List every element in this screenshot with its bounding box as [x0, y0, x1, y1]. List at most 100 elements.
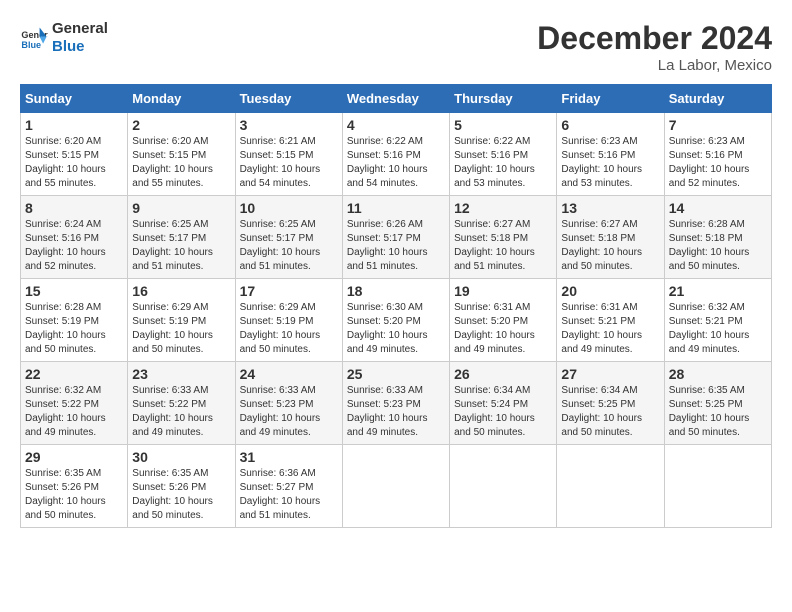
day-info: Sunrise: 6:35 AM Sunset: 5:25 PM Dayligh…	[669, 384, 767, 440]
calendar-cell: 8Sunrise: 6:24 AM Sunset: 5:16 PM Daylig…	[21, 196, 128, 279]
calendar-cell: 2 Sunrise: 6:20 AM Sunset: 5:15 PM Daylig…	[128, 113, 235, 196]
logo-line1: General	[52, 20, 108, 38]
page-header: General Blue General Blue December 2024 …	[20, 20, 772, 74]
day-number: 21	[669, 283, 767, 299]
day-number: 23	[132, 366, 230, 382]
day-info: Sunrise: 6:28 AM Sunset: 5:18 PM Dayligh…	[669, 218, 767, 274]
calendar-cell: 26Sunrise: 6:34 AM Sunset: 5:24 PM Dayli…	[450, 362, 557, 445]
calendar-cell: 29Sunrise: 6:35 AM Sunset: 5:26 PM Dayli…	[21, 445, 128, 528]
day-number: 9	[132, 200, 230, 216]
calendar-header-row: SundayMondayTuesdayWednesdayThursdayFrid…	[21, 85, 772, 113]
day-number: 31	[240, 449, 338, 465]
day-info: Sunrise: 6:26 AM Sunset: 5:17 PM Dayligh…	[347, 218, 445, 274]
calendar-cell	[664, 445, 771, 528]
calendar-week-row: 29Sunrise: 6:35 AM Sunset: 5:26 PM Dayli…	[21, 445, 772, 528]
calendar-cell: 20Sunrise: 6:31 AM Sunset: 5:21 PM Dayli…	[557, 279, 664, 362]
day-number: 18	[347, 283, 445, 299]
day-info: Sunrise: 6:21 AM Sunset: 5:15 PM Dayligh…	[240, 135, 338, 191]
day-info: Sunrise: 6:20 AM Sunset: 5:15 PM Dayligh…	[25, 135, 123, 191]
day-info: Sunrise: 6:25 AM Sunset: 5:17 PM Dayligh…	[240, 218, 338, 274]
day-number: 12	[454, 200, 552, 216]
calendar-cell	[450, 445, 557, 528]
calendar-cell: 19 Sunrise: 6:31 AM Sunset: 5:20 PM Dayli…	[450, 279, 557, 362]
calendar-cell: 25Sunrise: 6:33 AM Sunset: 5:23 PM Dayli…	[342, 362, 449, 445]
day-info: Sunrise: 6:27 AM Sunset: 5:18 PM Dayligh…	[454, 218, 552, 274]
month-title: December 2024	[537, 20, 772, 57]
day-info: Sunrise: 6:31 AM Sunset: 5:20 PM Dayligh…	[454, 301, 552, 357]
calendar-cell: 14 Sunrise: 6:28 AM Sunset: 5:18 PM Dayli…	[664, 196, 771, 279]
calendar-cell: 4Sunrise: 6:22 AM Sunset: 5:16 PM Daylig…	[342, 113, 449, 196]
location: La Labor, Mexico	[537, 57, 772, 74]
calendar-cell: 15 Sunrise: 6:28 AM Sunset: 5:19 PM Dayli…	[21, 279, 128, 362]
calendar-cell: 6Sunrise: 6:23 AM Sunset: 5:16 PM Daylig…	[557, 113, 664, 196]
day-info: Sunrise: 6:35 AM Sunset: 5:26 PM Dayligh…	[132, 467, 230, 523]
day-info: Sunrise: 6:25 AM Sunset: 5:17 PM Dayligh…	[132, 218, 230, 274]
day-number: 20	[561, 283, 659, 299]
column-header-monday: Monday	[128, 85, 235, 113]
day-info: Sunrise: 6:28 AM Sunset: 5:19 PM Dayligh…	[25, 301, 123, 357]
logo-icon: General Blue	[20, 24, 48, 52]
calendar-cell: 13Sunrise: 6:27 AM Sunset: 5:18 PM Dayli…	[557, 196, 664, 279]
calendar-cell: 16 Sunrise: 6:29 AM Sunset: 5:19 PM Dayli…	[128, 279, 235, 362]
column-header-sunday: Sunday	[21, 85, 128, 113]
logo-line2: Blue	[52, 38, 108, 56]
day-number: 28	[669, 366, 767, 382]
day-number: 22	[25, 366, 123, 382]
day-number: 16	[132, 283, 230, 299]
day-info: Sunrise: 6:29 AM Sunset: 5:19 PM Dayligh…	[240, 301, 338, 357]
day-info: Sunrise: 6:24 AM Sunset: 5:16 PM Dayligh…	[25, 218, 123, 274]
calendar-cell: 23Sunrise: 6:33 AM Sunset: 5:22 PM Dayli…	[128, 362, 235, 445]
title-block: December 2024 La Labor, Mexico	[537, 20, 772, 74]
calendar-cell: 30 Sunrise: 6:35 AM Sunset: 5:26 PM Dayli…	[128, 445, 235, 528]
day-info: Sunrise: 6:33 AM Sunset: 5:23 PM Dayligh…	[240, 384, 338, 440]
day-number: 27	[561, 366, 659, 382]
calendar-cell: 10 Sunrise: 6:25 AM Sunset: 5:17 PM Dayli…	[235, 196, 342, 279]
calendar-cell: 28 Sunrise: 6:35 AM Sunset: 5:25 PM Dayli…	[664, 362, 771, 445]
day-info: Sunrise: 6:27 AM Sunset: 5:18 PM Dayligh…	[561, 218, 659, 274]
day-number: 17	[240, 283, 338, 299]
day-number: 10	[240, 200, 338, 216]
calendar-cell: 17 Sunrise: 6:29 AM Sunset: 5:19 PM Dayli…	[235, 279, 342, 362]
calendar-week-row: 8Sunrise: 6:24 AM Sunset: 5:16 PM Daylig…	[21, 196, 772, 279]
day-number: 4	[347, 117, 445, 133]
calendar-cell: 9 Sunrise: 6:25 AM Sunset: 5:17 PM Daylig…	[128, 196, 235, 279]
day-info: Sunrise: 6:22 AM Sunset: 5:16 PM Dayligh…	[454, 135, 552, 191]
day-info: Sunrise: 6:29 AM Sunset: 5:19 PM Dayligh…	[132, 301, 230, 357]
day-info: Sunrise: 6:20 AM Sunset: 5:15 PM Dayligh…	[132, 135, 230, 191]
day-number: 30	[132, 449, 230, 465]
day-info: Sunrise: 6:32 AM Sunset: 5:21 PM Dayligh…	[669, 301, 767, 357]
calendar-table: SundayMondayTuesdayWednesdayThursdayFrid…	[20, 84, 772, 528]
day-number: 26	[454, 366, 552, 382]
day-number: 14	[669, 200, 767, 216]
day-info: Sunrise: 6:36 AM Sunset: 5:27 PM Dayligh…	[240, 467, 338, 523]
calendar-cell: 21 Sunrise: 6:32 AM Sunset: 5:21 PM Dayli…	[664, 279, 771, 362]
calendar-cell: 27Sunrise: 6:34 AM Sunset: 5:25 PM Dayli…	[557, 362, 664, 445]
column-header-friday: Friday	[557, 85, 664, 113]
calendar-cell	[557, 445, 664, 528]
day-number: 1	[25, 117, 123, 133]
column-header-saturday: Saturday	[664, 85, 771, 113]
day-number: 7	[669, 117, 767, 133]
day-number: 19	[454, 283, 552, 299]
calendar-cell: 3 Sunrise: 6:21 AM Sunset: 5:15 PM Daylig…	[235, 113, 342, 196]
day-info: Sunrise: 6:23 AM Sunset: 5:16 PM Dayligh…	[669, 135, 767, 191]
svg-text:Blue: Blue	[21, 40, 41, 50]
day-info: Sunrise: 6:30 AM Sunset: 5:20 PM Dayligh…	[347, 301, 445, 357]
calendar-week-row: 1 Sunrise: 6:20 AM Sunset: 5:15 PM Daylig…	[21, 113, 772, 196]
calendar-cell: 11Sunrise: 6:26 AM Sunset: 5:17 PM Dayli…	[342, 196, 449, 279]
calendar-cell: 31 Sunrise: 6:36 AM Sunset: 5:27 PM Dayli…	[235, 445, 342, 528]
calendar-cell: 22 Sunrise: 6:32 AM Sunset: 5:22 PM Dayli…	[21, 362, 128, 445]
column-header-tuesday: Tuesday	[235, 85, 342, 113]
day-number: 2	[132, 117, 230, 133]
day-info: Sunrise: 6:32 AM Sunset: 5:22 PM Dayligh…	[25, 384, 123, 440]
day-info: Sunrise: 6:33 AM Sunset: 5:23 PM Dayligh…	[347, 384, 445, 440]
calendar-cell: 18 Sunrise: 6:30 AM Sunset: 5:20 PM Dayli…	[342, 279, 449, 362]
day-number: 3	[240, 117, 338, 133]
day-number: 15	[25, 283, 123, 299]
calendar-cell	[342, 445, 449, 528]
calendar-cell: 24Sunrise: 6:33 AM Sunset: 5:23 PM Dayli…	[235, 362, 342, 445]
day-info: Sunrise: 6:23 AM Sunset: 5:16 PM Dayligh…	[561, 135, 659, 191]
calendar-cell: 5 Sunrise: 6:22 AM Sunset: 5:16 PM Daylig…	[450, 113, 557, 196]
day-number: 5	[454, 117, 552, 133]
column-header-thursday: Thursday	[450, 85, 557, 113]
